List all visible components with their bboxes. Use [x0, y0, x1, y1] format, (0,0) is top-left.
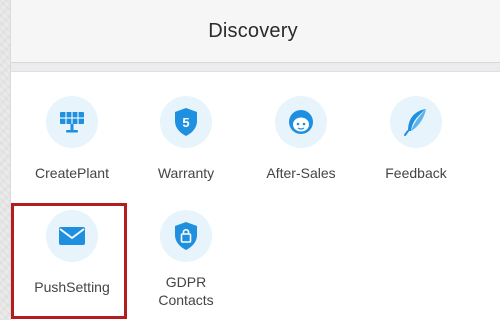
header-bar: Discovery — [11, 0, 500, 63]
shield-5-icon: 5 — [160, 96, 212, 148]
push-setting-item[interactable]: PushSetting — [17, 210, 127, 296]
gdpr-contacts-item[interactable]: GDPR Contacts — [131, 210, 241, 309]
create-plant-item[interactable]: CreatePlant — [17, 96, 127, 182]
after-sales-label: After-Sales — [266, 165, 336, 181]
envelope-icon — [46, 210, 98, 262]
gdpr-contacts-label: GDPR Contacts — [158, 274, 214, 308]
support-agent-icon — [275, 96, 327, 148]
discovery-grid: CreatePlant 5 Warranty After-Sales Feedb… — [11, 72, 500, 320]
page-title: Discovery — [208, 19, 298, 42]
warranty-label: Warranty — [157, 165, 215, 181]
warranty-item[interactable]: 5 Warranty — [131, 96, 241, 182]
lock-shield-icon — [160, 210, 212, 262]
feather-quill-icon — [390, 96, 442, 148]
feedback-label: Feedback — [385, 165, 447, 181]
discovery-panel: Discovery CreatePlant 5 Warranty After-S… — [10, 0, 500, 320]
feedback-item[interactable]: Feedback — [361, 96, 471, 182]
create-plant-label: CreatePlant — [35, 165, 109, 181]
after-sales-item[interactable]: After-Sales — [246, 96, 356, 182]
section-divider — [11, 63, 500, 72]
push-setting-label: PushSetting — [34, 279, 110, 295]
solar-panel-icon — [46, 96, 98, 148]
svg-text:5: 5 — [182, 115, 189, 130]
